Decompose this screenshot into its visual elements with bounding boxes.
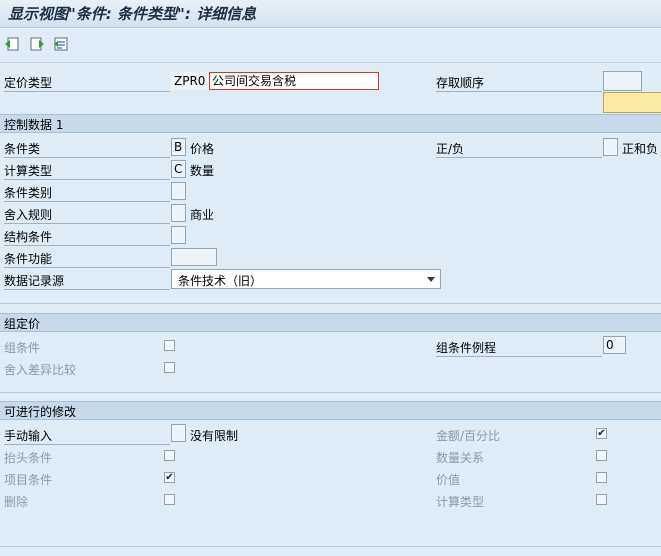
chevron-down-icon[interactable] <box>427 277 435 282</box>
pricing-type-label: 定价类型 <box>4 74 170 92</box>
quantity-relation-checkbox[interactable] <box>596 450 607 461</box>
rounding-rule-text: 商业 <box>190 208 215 222</box>
toolbar <box>0 28 661 63</box>
pricing-type-code: ZPR0 <box>171 72 209 90</box>
manual-entry-field <box>171 424 186 442</box>
delete-label: 删除 <box>4 495 29 509</box>
changes-title: 可进行的修改 <box>4 405 77 419</box>
group-condition-label: 组条件 <box>4 341 41 355</box>
control-data-section-header: 控制数据 1 <box>0 114 661 133</box>
condition-category-field <box>171 182 186 200</box>
group-pricing-title: 组定价 <box>4 317 41 331</box>
amount-percent-checkbox[interactable]: ✔ <box>596 428 607 439</box>
quantity-relation-label: 数量关系 <box>436 451 485 465</box>
amount-percent-label: 金额/百分比 <box>436 429 501 443</box>
rounding-rule-label: 舍入规则 <box>4 206 170 224</box>
window-title: 显示视图"条件: 条件类型": 详细信息 <box>8 5 257 23</box>
pricing-type-name-field[interactable]: 公司间交易含税 <box>209 72 379 90</box>
changes-section-header: 可进行的修改 <box>0 401 661 420</box>
access-sequence-field[interactable] <box>603 71 642 91</box>
header-condition-label: 抬头条件 <box>4 451 53 465</box>
previous-entry-icon[interactable] <box>4 36 20 52</box>
rounding-difference-checkbox[interactable] <box>164 362 175 373</box>
structure-condition-field <box>171 226 186 244</box>
item-condition-checkbox[interactable]: ✔ <box>164 472 175 483</box>
group-condition-checkbox[interactable] <box>164 340 175 351</box>
other-entry-icon[interactable] <box>53 36 69 52</box>
plus-minus-field <box>603 138 618 156</box>
next-entry-icon[interactable] <box>29 36 45 52</box>
section-divider <box>0 392 661 393</box>
section-divider <box>0 303 661 304</box>
condition-function-label: 条件功能 <box>4 250 170 268</box>
data-source-value: 条件技术（旧） <box>178 274 263 288</box>
rounding-difference-label: 舍入差异比较 <box>4 363 77 377</box>
delete-checkbox[interactable] <box>164 494 175 505</box>
group-condition-routine-field: 0 <box>603 336 626 354</box>
condition-function-field <box>171 248 217 266</box>
data-source-dropdown[interactable]: 条件技术（旧） <box>171 269 441 289</box>
structure-condition-label: 结构条件 <box>4 228 170 246</box>
item-condition-label: 项目条件 <box>4 473 53 487</box>
condition-category-label: 条件类别 <box>4 184 170 202</box>
header-condition-checkbox[interactable] <box>164 450 175 461</box>
condition-class-field: B <box>171 138 186 156</box>
data-source-label: 数据记录源 <box>4 272 170 290</box>
calculation-type-label: 计算类型 <box>4 162 170 180</box>
rounding-rule-field <box>171 204 186 222</box>
calculation-type-field: C <box>171 160 186 178</box>
calc-type-change-label: 计算类型 <box>436 495 485 509</box>
title-bar: 显示视图"条件: 条件类型": 详细信息 <box>0 0 661 28</box>
control-data-title: 控制数据 1 <box>4 118 64 132</box>
access-sequence-highlight <box>603 92 661 113</box>
plus-minus-text: 正和负 <box>622 142 659 156</box>
group-condition-routine-label: 组条件例程 <box>436 339 602 357</box>
condition-class-label: 条件类 <box>4 140 170 158</box>
calculation-type-text: 数量 <box>190 164 215 178</box>
section-divider <box>0 546 661 547</box>
manual-entry-label: 手动输入 <box>4 427 170 445</box>
manual-entry-text: 没有限制 <box>190 429 239 443</box>
group-pricing-section-header: 组定价 <box>0 313 661 332</box>
access-sequence-label: 存取顺序 <box>436 74 602 92</box>
condition-class-text: 价格 <box>190 142 215 156</box>
plus-minus-label: 正/负 <box>436 140 602 158</box>
value-checkbox[interactable] <box>596 472 607 483</box>
value-label: 价值 <box>436 473 461 487</box>
calc-type-change-checkbox[interactable] <box>596 494 607 505</box>
